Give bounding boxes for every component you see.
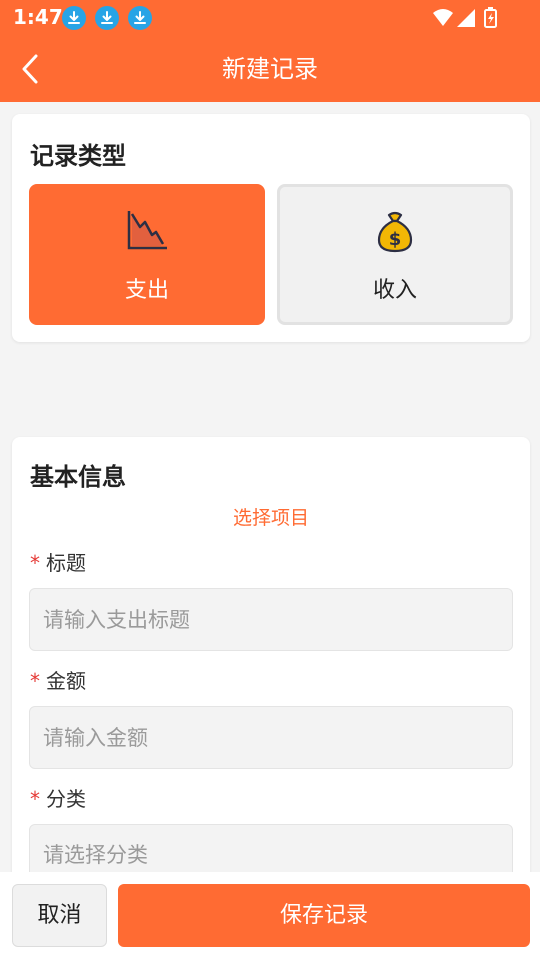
required-mark: *: [30, 787, 40, 811]
amount-label-text: 金额: [46, 669, 86, 693]
type-expense-button[interactable]: 支出: [29, 184, 265, 325]
basic-info-title: 基本信息: [30, 463, 126, 491]
bottom-action-bar: 取消 保存记录: [0, 872, 540, 960]
wifi-icon: [433, 9, 453, 26]
record-type-card: 记录类型 支出 $ 收入: [12, 114, 530, 342]
signal-icon: [457, 9, 475, 27]
amount-field-label: * 金额: [30, 665, 86, 694]
chart-down-icon: [125, 208, 169, 256]
money-bag-icon: $: [373, 210, 417, 258]
app-header: 1:47 新建记录: [0, 0, 540, 102]
page-title: 新建记录: [222, 55, 318, 83]
type-expense-label: 支出: [124, 278, 169, 303]
save-record-button[interactable]: 保存记录: [118, 884, 530, 947]
category-field-label: * 分类: [30, 783, 86, 812]
type-income-button[interactable]: $ 收入: [277, 184, 513, 325]
svg-text:$: $: [389, 229, 402, 250]
status-bar: 1:47: [0, 0, 540, 36]
title-input[interactable]: [29, 588, 513, 651]
title-label-text: 标题: [46, 551, 86, 575]
download-icon: [95, 6, 119, 30]
amount-input[interactable]: [29, 706, 513, 769]
system-icons: [432, 7, 506, 33]
battery-charging-icon: [484, 7, 497, 28]
status-time: 1:47: [13, 5, 63, 29]
record-type-title: 记录类型: [30, 142, 126, 170]
cancel-button[interactable]: 取消: [12, 884, 107, 947]
type-income-label: 收入: [372, 278, 417, 303]
basic-info-card: 基本信息 选择项目 *标题 *金额 *分类 请选择分类: [12, 437, 530, 897]
required-mark: *: [30, 669, 40, 693]
select-project-link[interactable]: 选择项目: [12, 503, 530, 530]
required-mark: *: [30, 551, 40, 575]
category-label-text: 分类: [46, 787, 86, 811]
download-icon: [128, 6, 152, 30]
download-icon: [62, 6, 86, 30]
title-field-label: * 标题: [30, 547, 86, 576]
